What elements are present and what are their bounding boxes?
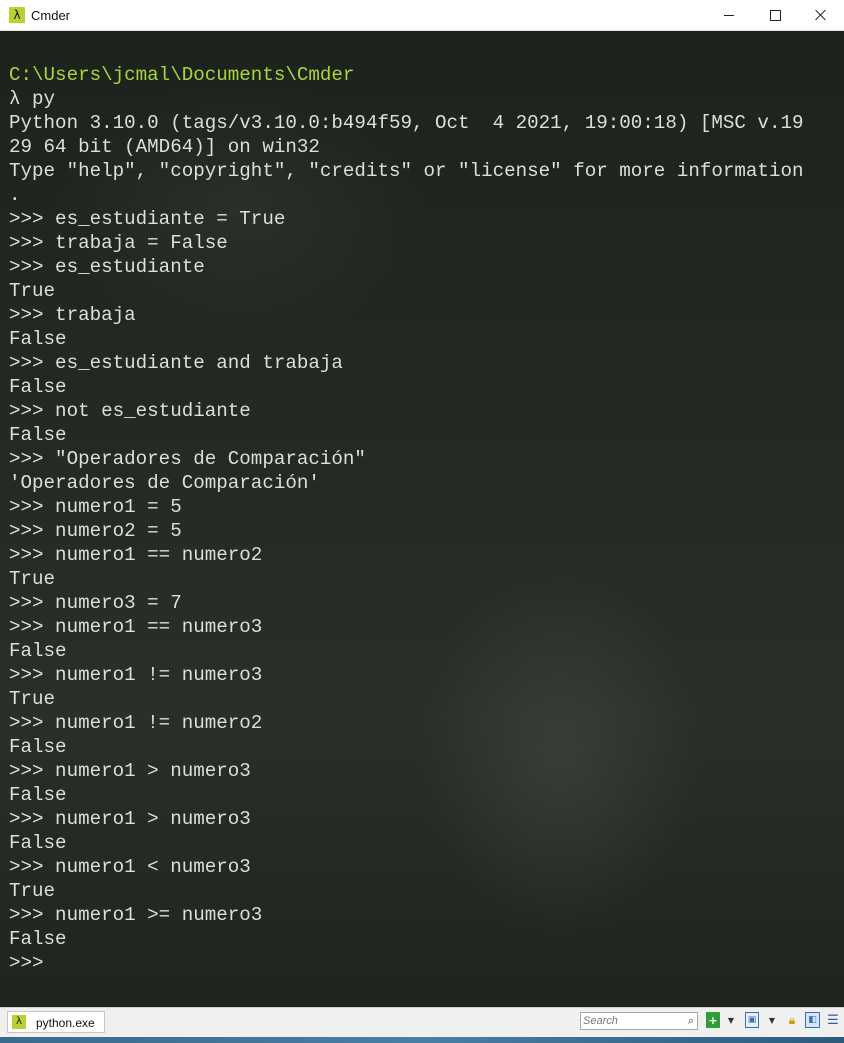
console-line: >>> numero1 = 5 bbox=[9, 496, 182, 518]
console-line: >>> numero1 == numero3 bbox=[9, 616, 263, 638]
close-button[interactable] bbox=[798, 0, 844, 30]
console-line: False bbox=[9, 424, 67, 446]
minimize-icon bbox=[724, 14, 734, 16]
console-line: False bbox=[9, 736, 67, 758]
chevron-down-icon[interactable]: ▼ bbox=[726, 1012, 736, 1028]
console-line: True bbox=[9, 568, 56, 590]
lambda-icon: λ bbox=[12, 1015, 26, 1029]
search-box[interactable]: ⌕ bbox=[580, 1012, 698, 1030]
console-line: >>> es_estudiante = True bbox=[9, 208, 286, 230]
maximize-icon bbox=[769, 9, 781, 21]
console-area[interactable]: C:\Users\jcmal\Documents\Cmder λ py Python… bbox=[0, 31, 844, 1007]
search-input[interactable] bbox=[583, 1013, 679, 1029]
console-tab[interactable]: λ python.exe bbox=[7, 1011, 105, 1033]
console-line: . bbox=[9, 184, 21, 206]
menu-icon[interactable]: ☰ bbox=[826, 1012, 840, 1028]
console-line: False bbox=[9, 640, 67, 662]
console-line: >>> numero1 > numero3 bbox=[9, 760, 251, 782]
console-line: λ py bbox=[9, 88, 56, 110]
console-output: C:\Users\jcmal\Documents\Cmder λ py Python… bbox=[9, 63, 839, 975]
console-line: >>> numero1 >= numero3 bbox=[9, 904, 263, 926]
console-line: False bbox=[9, 376, 67, 398]
console-line: >>> numero1 != numero2 bbox=[9, 712, 263, 734]
title-bar: λ Cmder bbox=[0, 0, 844, 31]
new-console-button[interactable]: + bbox=[706, 1012, 720, 1028]
minimize-button[interactable] bbox=[706, 0, 752, 30]
close-icon bbox=[815, 9, 827, 21]
console-line: >>> trabaja bbox=[9, 304, 136, 326]
console-line: False bbox=[9, 784, 67, 806]
console-line: >>> trabaja = False bbox=[9, 232, 228, 254]
console-line: Type "help", "copyright", "credits" or "… bbox=[9, 160, 804, 182]
console-line: >>> numero1 == numero2 bbox=[9, 544, 263, 566]
console-line: >>> numero1 > numero3 bbox=[9, 808, 251, 830]
lock-icon[interactable]: 🔒︎ bbox=[785, 1012, 799, 1028]
lambda-icon[interactable]: λ bbox=[9, 7, 25, 23]
chevron-down-icon[interactable]: ▼ bbox=[767, 1012, 777, 1028]
console-line: True bbox=[9, 688, 56, 710]
console-line: False bbox=[9, 328, 67, 350]
prompt-path: C:\Users\jcmal\Documents\Cmder bbox=[9, 64, 355, 86]
console-line: >>> es_estudiante and trabaja bbox=[9, 352, 343, 374]
console-line: >>> bbox=[9, 952, 44, 974]
console-line: True bbox=[9, 880, 56, 902]
console-line: False bbox=[9, 928, 67, 950]
console-line: False bbox=[9, 832, 67, 854]
status-bar: λ python.exe ⌕ + ▼ ▣ ▼ 🔒︎ ◧ ☰ bbox=[0, 1007, 844, 1043]
console-line: >>> numero1 < numero3 bbox=[9, 856, 251, 878]
view-icon[interactable]: ▣ bbox=[745, 1012, 759, 1028]
console-line: >>> numero3 = 7 bbox=[9, 592, 182, 614]
console-line: >>> es_estudiante bbox=[9, 256, 205, 278]
console-line: 29 64 bit (AMD64)] on win32 bbox=[9, 136, 320, 158]
console-line: >>> numero2 = 5 bbox=[9, 520, 182, 542]
console-line: 'Operadores de Comparación' bbox=[9, 472, 320, 494]
console-line: True bbox=[9, 280, 56, 302]
console-line: >>> numero1 != numero3 bbox=[9, 664, 263, 686]
console-line: >>> not es_estudiante bbox=[9, 400, 251, 422]
maximize-button[interactable] bbox=[752, 0, 798, 30]
search-icon[interactable]: ⌕ bbox=[688, 1014, 694, 1028]
tab-label: python.exe bbox=[36, 1016, 95, 1030]
window-title: Cmder bbox=[31, 8, 71, 23]
console-line: Python 3.10.0 (tags/v3.10.0:b494f59, Oct… bbox=[9, 112, 804, 134]
console-line: >>> "Operadores de Comparación" bbox=[9, 448, 366, 470]
split-view-icon[interactable]: ◧ bbox=[805, 1012, 820, 1028]
taskbar-strip bbox=[0, 1037, 844, 1043]
